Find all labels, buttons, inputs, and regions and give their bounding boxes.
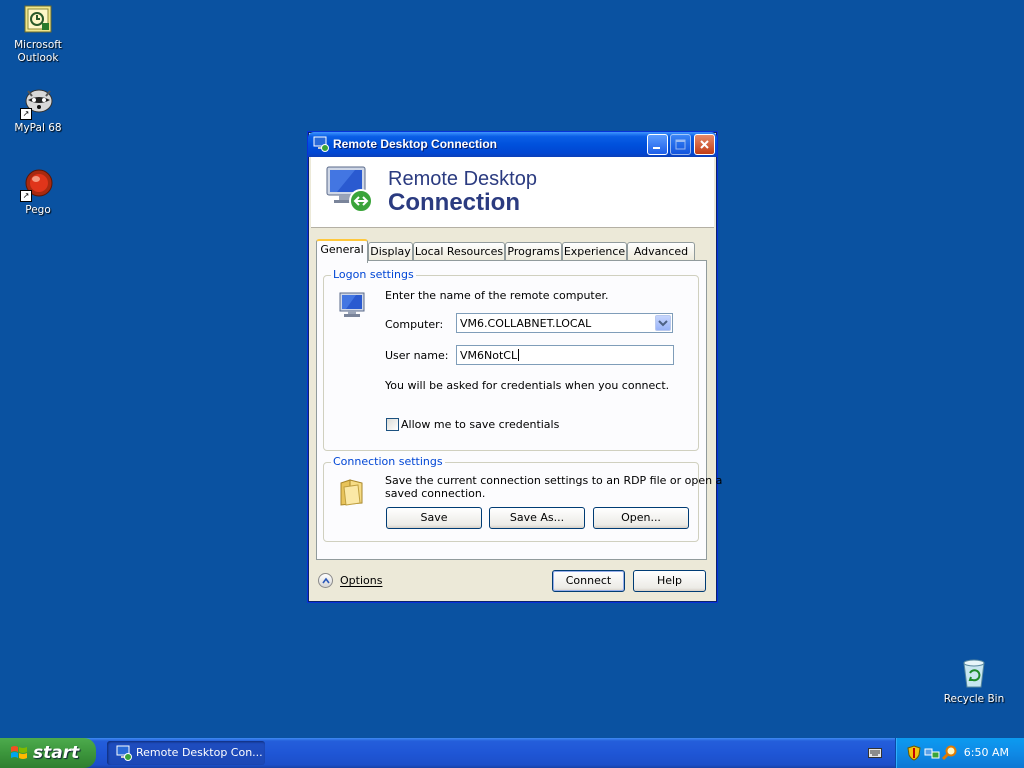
tab-local-resources[interactable]: Local Resources [413,242,505,261]
options-link[interactable]: Options [340,574,382,587]
banner: Remote Desktop Connection [311,157,714,228]
desktop-icon-label: Microsoft Outlook [14,39,62,64]
username-field[interactable]: VM6NotCL [456,345,674,365]
desktop-icon-mypal[interactable]: ↗ MyPal 68 [0,86,76,135]
tab-display[interactable]: Display [368,242,413,261]
computer-value: VM6.COLLABNET.LOCAL [460,317,592,330]
desktop-icon-recycle-bin[interactable]: Recycle Bin [936,657,1012,706]
computer-combobox[interactable]: VM6.COLLABNET.LOCAL [456,313,673,333]
desktop-icon-label: Recycle Bin [943,693,1005,705]
system-tray: 6:50 AM [895,738,1024,768]
banner-title-line1: Remote Desktop [388,168,537,190]
tab-programs[interactable]: Programs [505,242,562,261]
search-icon[interactable] [941,745,958,761]
tab-experience[interactable]: Experience [562,242,627,261]
connection-settings-group: Connection settings Save the current con… [323,455,722,542]
desktop-icon-pego[interactable]: ↗ Pego [0,168,76,217]
save-credentials-checkbox[interactable] [386,418,399,431]
recycle-bin-icon [958,657,990,689]
connect-button[interactable]: Connect [552,570,625,592]
security-shield-icon[interactable] [906,745,922,761]
mypal-icon: ↗ [20,86,54,120]
computer-label: Computer: [385,318,444,331]
tab-panel-general: Logon settings Enter the name of the rem… [316,260,722,560]
tab-advanced[interactable]: Advanced [627,242,695,261]
clock: 6:50 AM [963,746,1009,759]
taskbar: start Remote Desktop Con... 6:50 AM [0,738,1024,768]
maximize-button[interactable] [670,134,691,155]
start-button[interactable]: start [0,738,96,768]
keyboard-icon[interactable] [868,748,882,758]
logon-settings-group: Logon settings Enter the name of the rem… [323,268,699,451]
banner-title-line2: Connection [388,189,520,216]
taskbar-item-label: Remote Desktop Con... [136,746,263,759]
start-label: start [33,743,80,763]
shortcut-arrow-icon: ↗ [20,190,32,202]
desktop-icon-label: Pego [25,204,51,216]
tab-general[interactable]: General [316,239,368,263]
logon-settings-legend: Logon settings [331,268,416,281]
options-expand-icon[interactable] [318,573,333,588]
help-button[interactable]: Help [633,570,706,592]
folder-icon [338,477,366,507]
connection-settings-legend: Connection settings [331,455,445,468]
network-icon[interactable] [924,745,940,761]
close-button[interactable] [694,134,715,155]
connection-description-line1: Save the current connection settings to … [385,474,723,487]
desktop-icon-label: MyPal 68 [14,122,62,134]
shortcut-arrow-icon: ↗ [20,108,32,120]
open-button[interactable]: Open... [593,507,689,529]
rdc-taskbar-icon [116,745,132,761]
windows-flag-icon [10,745,28,761]
chevron-down-icon[interactable] [655,315,671,331]
window-title: Remote Desktop Connection [333,137,498,151]
save-credentials-label[interactable]: Allow me to save credentials [401,418,559,431]
logon-intro-text: Enter the name of the remote computer. [385,289,609,302]
save-as-button[interactable]: Save As... [489,507,585,529]
text-caret [518,349,520,361]
desktop-icon-outlook[interactable]: Microsoft Outlook [0,3,76,65]
taskbar-item-remote-desktop[interactable]: Remote Desktop Con... [107,741,265,765]
computer-icon [336,290,370,324]
credentials-note: You will be asked for credentials when y… [385,379,670,392]
username-value: VM6NotCL [460,349,518,362]
rdc-banner-icon [325,163,377,215]
save-button[interactable]: Save [386,507,482,529]
connection-description-line2: saved connection. [385,487,486,500]
pego-icon: ↗ [20,168,54,202]
title-bar[interactable]: Remote Desktop Connection [308,132,717,157]
minimize-button[interactable] [647,134,668,155]
username-label: User name: [385,349,449,362]
rdc-title-icon [313,136,329,152]
outlook-icon [22,3,54,35]
remote-desktop-window: Remote Desktop Connection Remote Desktop… [307,131,722,603]
